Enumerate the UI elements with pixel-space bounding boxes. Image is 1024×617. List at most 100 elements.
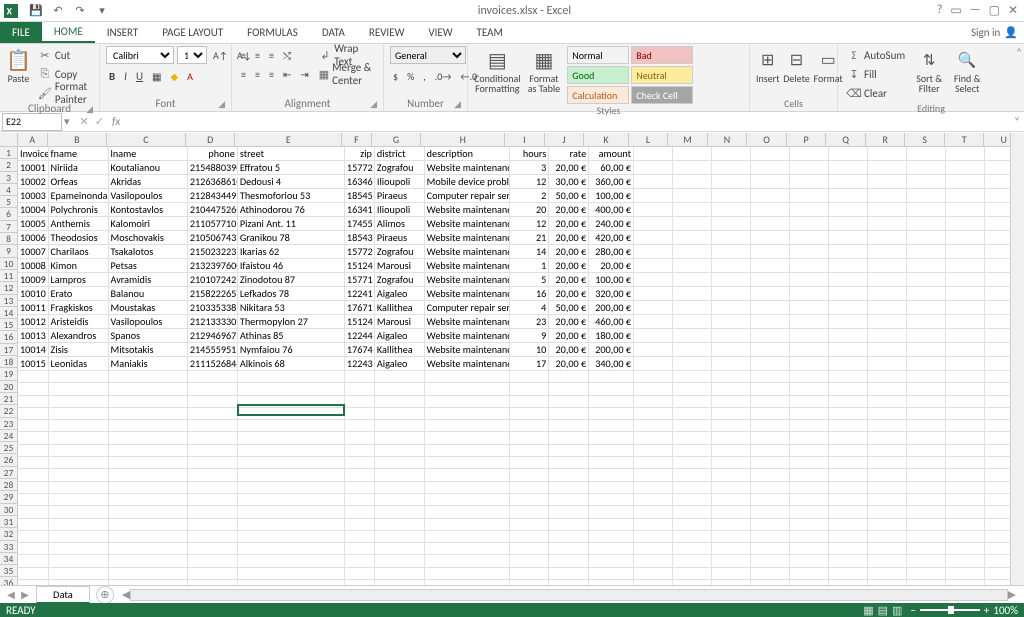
cell[interactable]: district (374, 147, 424, 161)
cell[interactable] (549, 481, 589, 493)
cell[interactable] (867, 432, 906, 444)
cell[interactable] (549, 493, 589, 505)
cell[interactable] (509, 493, 549, 505)
row-header[interactable]: 8 (0, 233, 17, 245)
percent-format-icon[interactable]: % (404, 67, 417, 85)
cell[interactable]: Website maintenance (424, 231, 509, 245)
cell[interactable] (828, 469, 867, 481)
cell[interactable] (828, 273, 867, 287)
cell[interactable]: 21 (509, 231, 549, 245)
cell[interactable] (344, 469, 374, 481)
cell[interactable] (187, 371, 237, 383)
row-header[interactable]: 6 (0, 208, 17, 220)
cell[interactable] (589, 530, 634, 542)
cell[interactable] (48, 469, 108, 481)
cell[interactable] (712, 357, 751, 371)
decrease-indent-icon[interactable]: ⇤ (280, 65, 294, 83)
cell[interactable]: 15124 (344, 259, 374, 273)
tab-team[interactable]: TEAM (465, 22, 515, 43)
help-icon[interactable]: ? (937, 3, 943, 18)
number-format-select[interactable]: General (390, 46, 466, 64)
cell[interactable]: Effratou 5 (237, 161, 344, 175)
cell[interactable] (424, 432, 509, 444)
cut-button[interactable]: ✂Cut (35, 46, 93, 64)
cell[interactable] (187, 432, 237, 444)
cell[interactable]: 12241 (344, 287, 374, 301)
cell[interactable]: 17674 (344, 343, 374, 357)
cell[interactable] (751, 273, 790, 287)
cell[interactable]: Leonidas (48, 357, 108, 371)
cell[interactable] (945, 457, 984, 469)
cell[interactable]: Zografou (374, 245, 424, 259)
cell[interactable] (634, 555, 673, 567)
cell[interactable] (906, 357, 945, 371)
cell[interactable] (634, 506, 673, 518)
cell[interactable] (712, 543, 751, 555)
cell[interactable]: Computer repair service (424, 301, 509, 315)
cell[interactable] (945, 343, 984, 357)
cell[interactable]: Website maintenance (424, 357, 509, 371)
cell[interactable]: Invoice (18, 147, 48, 161)
cell[interactable]: hours (509, 147, 549, 161)
cell[interactable]: 30,00 € (549, 175, 589, 189)
row-header[interactable]: 1 (0, 147, 17, 159)
cell[interactable] (673, 567, 712, 579)
cell[interactable] (867, 493, 906, 505)
cell[interactable]: 12 (509, 175, 549, 189)
cell[interactable] (673, 481, 712, 493)
cell[interactable] (867, 245, 906, 259)
cell[interactable] (634, 245, 673, 259)
cell[interactable] (789, 357, 828, 371)
cell[interactable]: Zisis (48, 343, 108, 357)
row-header[interactable]: 36 (0, 577, 17, 585)
cell[interactable] (673, 555, 712, 567)
cell[interactable] (945, 287, 984, 301)
cell[interactable]: 10012 (18, 315, 48, 329)
cell[interactable] (867, 273, 906, 287)
cell[interactable] (789, 147, 828, 161)
font-name-select[interactable]: Calibri (106, 46, 174, 64)
vertical-scrollbar[interactable] (1010, 133, 1024, 585)
cell[interactable] (789, 469, 828, 481)
cell[interactable]: Website maintenance (424, 287, 509, 301)
cell[interactable]: Athinodorou 76 (237, 203, 344, 217)
cell[interactable] (673, 395, 712, 407)
cell[interactable]: 9 (509, 329, 549, 343)
cell[interactable] (589, 555, 634, 567)
cell[interactable] (108, 543, 187, 555)
cell[interactable] (237, 555, 344, 567)
cell[interactable]: 10008 (18, 259, 48, 273)
cell[interactable] (751, 481, 790, 493)
cell[interactable] (18, 518, 48, 530)
cell[interactable]: 18543 (344, 231, 374, 245)
cell[interactable] (828, 530, 867, 542)
cell[interactable] (634, 567, 673, 579)
cell[interactable] (906, 481, 945, 493)
cell[interactable] (712, 493, 751, 505)
cell[interactable]: Marousi (374, 259, 424, 273)
sheet-nav-next-icon[interactable]: ▶ (18, 588, 32, 601)
cell[interactable] (673, 273, 712, 287)
cell[interactable] (634, 217, 673, 231)
cell[interactable]: Mobile device problem (424, 175, 509, 189)
cell[interactable]: Zografou (374, 273, 424, 287)
cell[interactable]: 2101072423 (187, 273, 237, 287)
cell[interactable] (945, 481, 984, 493)
cell[interactable] (673, 315, 712, 329)
cell[interactable]: 16346 (344, 175, 374, 189)
fill-button[interactable]: ↧Fill (844, 65, 908, 83)
cell[interactable] (108, 407, 187, 419)
cell[interactable]: 2145559519 (187, 343, 237, 357)
cell[interactable]: 20,00 € (549, 315, 589, 329)
cell[interactable] (18, 543, 48, 555)
font-color-button[interactable]: A (184, 67, 196, 85)
cell[interactable]: 20 (509, 203, 549, 217)
cell[interactable] (712, 420, 751, 432)
cell[interactable]: 10004 (18, 203, 48, 217)
cell[interactable] (634, 273, 673, 287)
cell[interactable] (673, 407, 712, 419)
row-header[interactable]: 26 (0, 454, 17, 466)
column-header[interactable]: A (18, 133, 48, 146)
cell[interactable]: Alimos (374, 217, 424, 231)
cell[interactable] (828, 259, 867, 273)
